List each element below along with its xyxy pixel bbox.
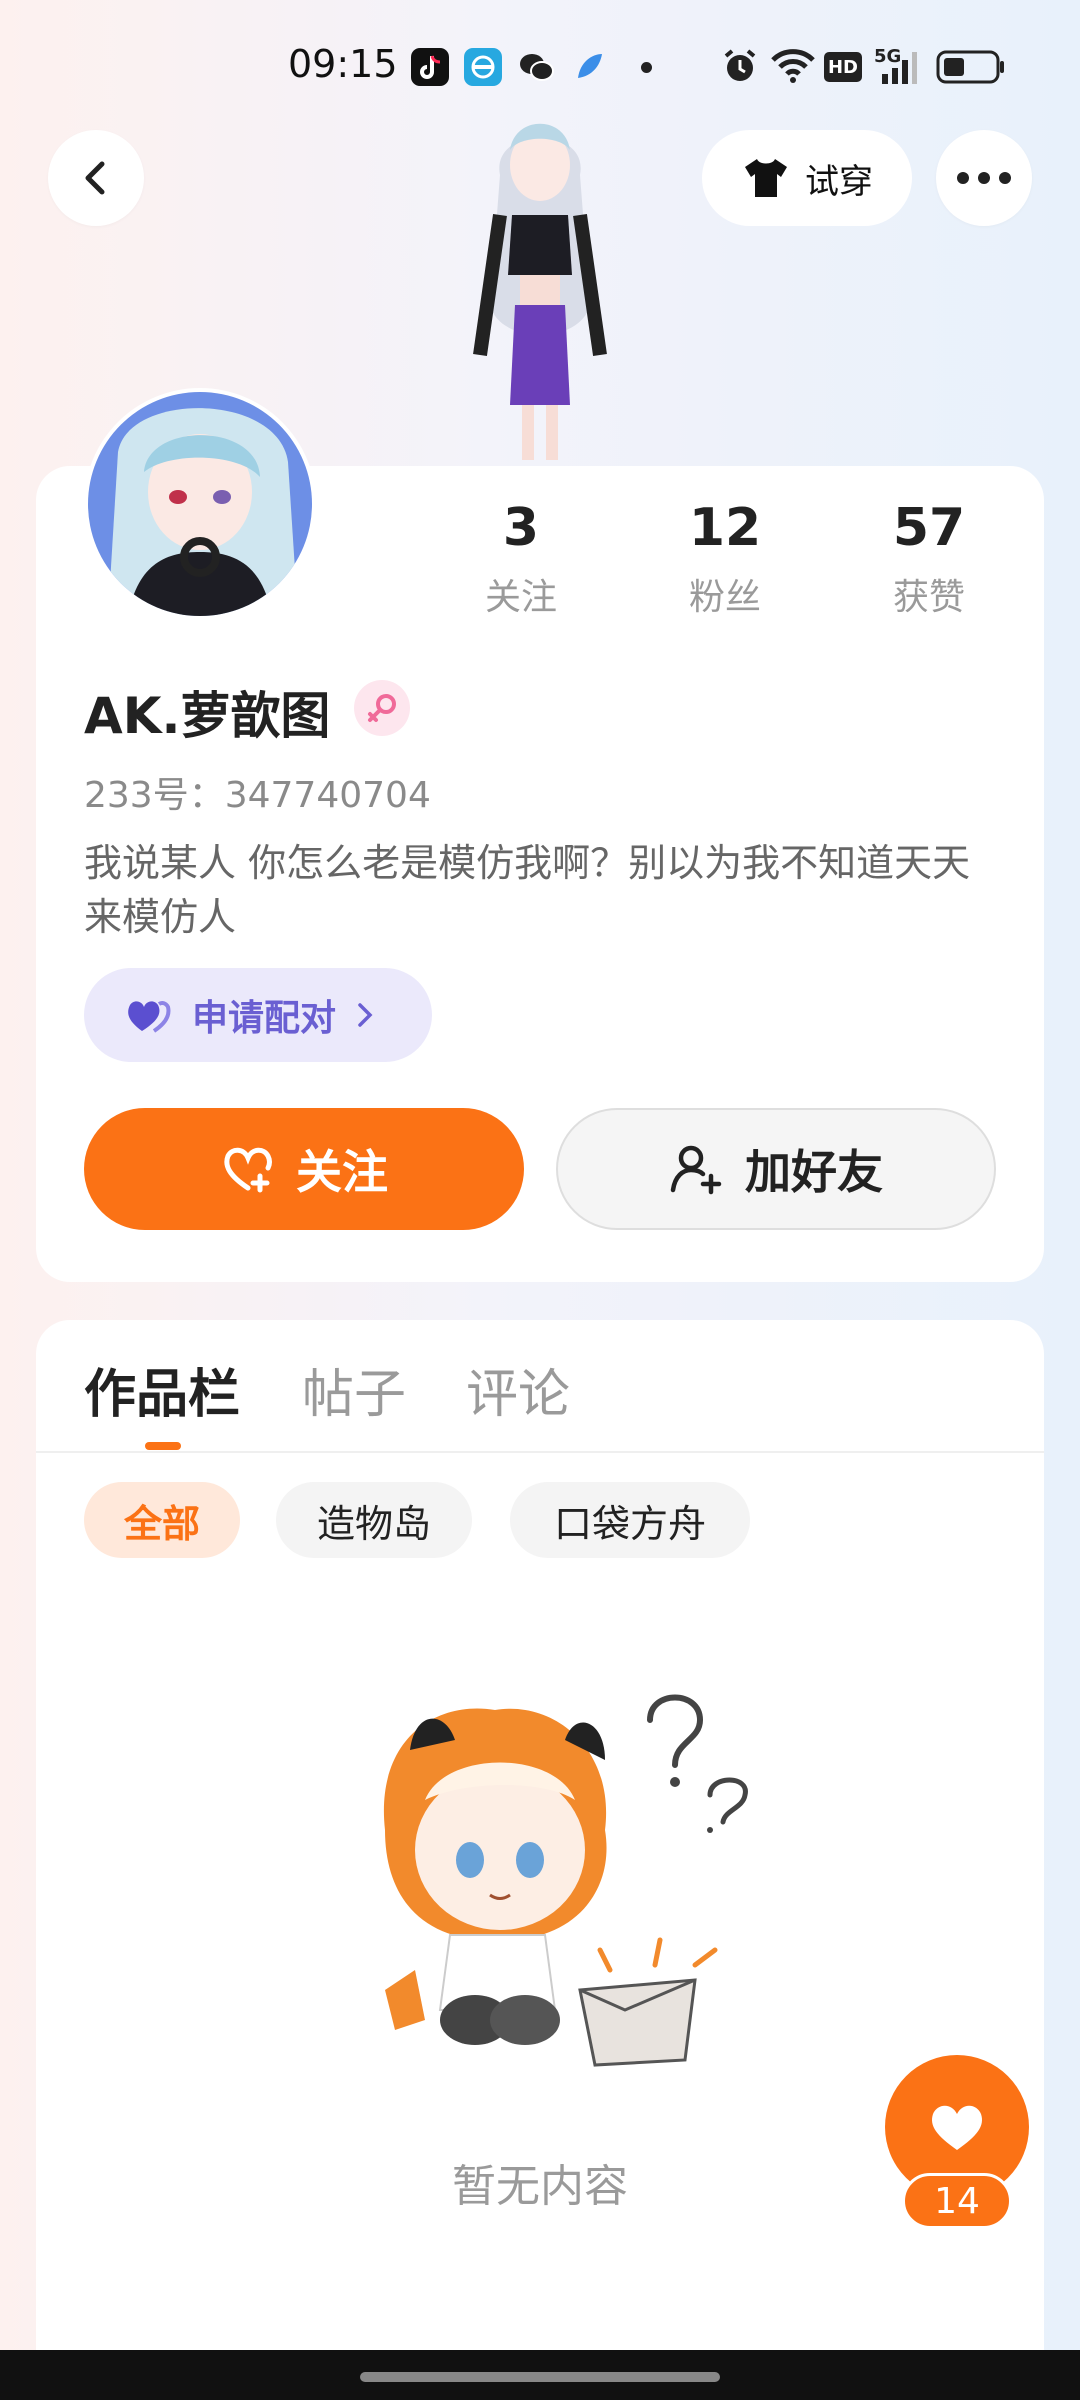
add-user-icon	[670, 1145, 722, 1195]
add-friend-label: 加好友	[745, 1145, 883, 1199]
feather-icon	[570, 48, 608, 86]
try-on-button[interactable]: 试穿	[702, 130, 912, 226]
chevron-left-icon	[85, 161, 105, 195]
fans-label[interactable]: 粉丝	[645, 568, 805, 620]
like-count-badge: 14	[902, 2173, 1012, 2229]
apply-pair-label: 申请配对	[192, 998, 337, 1039]
home-indicator[interactable]	[360, 2372, 720, 2382]
following-count[interactable]: 3	[441, 498, 601, 558]
heart-icon	[932, 2105, 982, 2150]
avatar-3d-figure[interactable]	[440, 105, 640, 465]
tiktok-icon	[411, 48, 449, 86]
double-heart-icon	[128, 1001, 171, 1033]
tab-divider	[36, 1451, 1044, 1453]
chevron-right-icon	[358, 1003, 373, 1027]
more-button[interactable]	[936, 130, 1032, 226]
avatar[interactable]	[84, 388, 316, 620]
wifi-icon	[770, 46, 816, 86]
hd-icon: HD	[824, 52, 862, 82]
female-gender-icon	[354, 680, 410, 736]
user-id: 233号：347740704	[84, 775, 431, 816]
filter-creation-island-label: 造物岛	[316, 1501, 431, 1546]
tab-posts[interactable]: 帖子	[302, 1352, 406, 1427]
empty-state-illustration	[355, 1680, 765, 2090]
heart-plus-icon	[224, 1147, 272, 1193]
more-dots-icon	[957, 172, 1011, 184]
wechat-icon	[517, 48, 555, 86]
profile-bio: 我说某人 你怎么老是模仿我啊？别以为我不知道天天来模仿人	[84, 841, 971, 939]
follow-label: 关注	[296, 1145, 388, 1199]
add-friend-button[interactable]: 加好友	[556, 1108, 996, 1230]
alarm-icon	[720, 46, 760, 86]
following-label[interactable]: 关注	[441, 568, 601, 620]
tab-works[interactable]: 作品栏	[84, 1352, 240, 1427]
apply-pair-button[interactable]: 申请配对	[84, 968, 432, 1062]
status-time: 09:15	[288, 42, 398, 86]
follow-button[interactable]: 关注	[84, 1108, 524, 1230]
filter-pocket-ark[interactable]: 口袋方舟	[510, 1482, 750, 1558]
try-on-label: 试穿	[805, 161, 873, 202]
filter-pocket-ark-label: 口袋方舟	[553, 1501, 706, 1546]
like-count: 14	[934, 2180, 980, 2222]
hd-label: HD	[827, 56, 858, 78]
likes-label[interactable]: 获赞	[849, 568, 1009, 620]
filter-all-label: 全部	[123, 1501, 200, 1546]
battery-icon	[936, 50, 1006, 90]
profile-name: AK.萝歆图	[84, 687, 331, 745]
tab-active-indicator	[145, 1442, 181, 1450]
likes-count[interactable]: 57	[849, 498, 1009, 558]
tshirt-icon	[745, 159, 787, 197]
tplink-icon	[464, 48, 502, 86]
filter-all[interactable]: 全部	[84, 1482, 240, 1558]
fans-count[interactable]: 12	[645, 498, 805, 558]
notification-dot	[641, 62, 652, 73]
back-button[interactable]	[48, 130, 144, 226]
filter-creation-island[interactable]: 造物岛	[276, 1482, 472, 1558]
tab-comments[interactable]: 评论	[466, 1352, 570, 1427]
